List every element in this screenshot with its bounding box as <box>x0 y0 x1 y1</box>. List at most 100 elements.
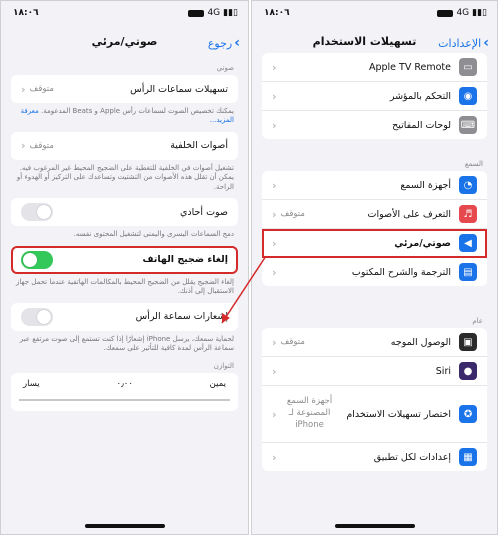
section-header-general: عام <box>472 317 483 325</box>
network-label: 4G <box>456 8 470 18</box>
accessibility-icon: ✪ <box>459 405 477 423</box>
headphone-footer: يمكنك تخصيص الصوت لسماعات رأس Apple و Be… <box>1 103 248 132</box>
row-value: أجهزة السمع المصنوعة لـ iPhone <box>286 396 333 430</box>
tv-remote-icon: ▭ <box>459 58 477 76</box>
section-header-balance: التوازن <box>213 362 234 371</box>
settings-row[interactable]: ▣ الوصول الموجه متوقف <box>262 328 487 357</box>
chevron-left-icon <box>21 139 26 152</box>
row-value: متوقف <box>280 209 305 219</box>
chevron-left-icon <box>272 365 277 378</box>
accessibility-screen: ١٨:٠٦ 4G ▮▮▯ › الإعدادات تسهيلات الاستخد… <box>251 0 498 535</box>
mono-audio-toggle[interactable] <box>21 203 53 222</box>
group-top: ▭ Apple TV Remote ◉ التحكم بالمؤشر ⌨ لوحات ال… <box>262 53 487 139</box>
lock-icon: ▣ <box>459 333 477 351</box>
navigation-bar: › رجوع صوتي/مرئي <box>1 29 248 59</box>
home-indicator <box>334 524 415 528</box>
settings-row[interactable]: ▤ الترجمة والشرح المكتوب <box>262 258 487 286</box>
background-footer: تشغيل أصوات في الخلفية للتغطية على الضجي… <box>16 163 234 191</box>
row-value: متوقف <box>280 337 305 347</box>
settings-list: ▭ Apple TV Remote ◉ التحكم بالمؤشر ⌨ لوحات ال… <box>252 53 497 534</box>
speaker-icon: ◀ <box>459 234 477 252</box>
group-hearing: ◔ أجهزة السمع ♬ التعرف على الأصوات متوقف ◀ صوت… <box>262 171 487 286</box>
balance-right-label: يمين <box>209 379 226 390</box>
chevron-left-icon <box>272 119 277 132</box>
pointer-icon: ◉ <box>459 87 477 105</box>
balance-left-label: يسار <box>23 379 40 390</box>
app-settings-icon: ▦ <box>459 448 477 466</box>
chevron-back-icon: › <box>483 35 489 51</box>
captions-icon: ▤ <box>459 263 477 281</box>
row-label: أجهزة السمع <box>400 179 451 191</box>
row-value: متوقف <box>29 140 54 151</box>
headphone-notifications-toggle[interactable] <box>21 307 53 326</box>
settings-row[interactable]: ◔ أجهزة السمع <box>262 171 487 200</box>
network-status: 4G ▮▮▯ <box>188 8 238 18</box>
settings-row[interactable]: ◉ التحكم بالمؤشر <box>262 82 487 111</box>
ear-icon: ◔ <box>459 176 477 194</box>
toggle-knob <box>37 205 51 220</box>
settings-row[interactable]: ◀ صوتي/مرئي <box>262 229 487 258</box>
row-label: أصوات الخلفية <box>170 140 228 152</box>
status-time: ١٨:٠٦ <box>264 8 290 18</box>
chevron-left-icon <box>272 61 277 74</box>
signal-icon: ▮▮▯ <box>472 8 487 18</box>
chevron-left-icon <box>272 408 277 421</box>
settings-row[interactable]: ● Siri <box>262 357 487 386</box>
section-header-audio: صوتي <box>216 64 234 72</box>
balance-slider[interactable] <box>19 399 230 402</box>
row-label: لوحات المفاتيح <box>392 119 451 131</box>
row-label: التعرف على الأصوات <box>367 208 451 220</box>
settings-row[interactable]: ⌨ لوحات المفاتيح <box>262 111 487 139</box>
toggle-knob <box>37 309 51 324</box>
background-sounds-row[interactable]: أصوات الخلفية متوقف <box>11 132 238 160</box>
toggle-knob <box>23 252 37 267</box>
settings-list: صوتي تسهيلات سماعات الرأس متوقف يمكنك تخ… <box>1 61 248 534</box>
back-label: الإعدادات <box>438 36 482 50</box>
settings-row[interactable]: ✪ اختصار تسهيلات الاستخدام أجهزة السمع الم… <box>262 386 487 443</box>
status-bar: ١٨:٠٦ 4G ▮▮▯ <box>252 1 497 27</box>
network-label: 4G <box>207 8 221 18</box>
mono-audio-row: صوت أحادي <box>11 198 238 226</box>
balance-labels: يمين ٠٫٠٠ يسار <box>11 379 238 389</box>
chevron-left-icon <box>272 237 277 250</box>
settings-row[interactable]: ▦ إعدادات لكل تطبيق <box>262 443 487 471</box>
group-background-sounds: أصوات الخلفية متوقف <box>11 131 238 160</box>
row-label: اختصار تسهيلات الاستخدام <box>346 408 451 420</box>
chevron-left-icon <box>272 451 277 464</box>
mono-footer: دمج السماعات اليسرى واليمنى لتشغيل المحت… <box>73 230 234 239</box>
row-label: الوصول الموجه <box>390 336 451 348</box>
row-label: تسهيلات سماعات الرأس <box>130 83 228 95</box>
row-label: إعدادات لكل تطبيق <box>373 451 451 463</box>
group-phone-noise: إلغاء ضجيج الهاتف <box>11 245 238 274</box>
sound-recognition-icon: ♬ <box>459 205 477 223</box>
status-time: ١٨:٠٦ <box>13 8 39 18</box>
network-status: 4G ▮▮▯ <box>437 8 487 18</box>
row-label: التحكم بالمؤشر <box>389 90 451 102</box>
chevron-left-icon <box>21 83 26 96</box>
row-label: الترجمة والشرح المكتوب <box>351 266 451 278</box>
phone-noise-toggle[interactable] <box>21 250 53 269</box>
row-label: إلغاء ضجيج الهاتف <box>142 254 228 266</box>
home-indicator <box>84 524 165 528</box>
settings-row[interactable]: ▭ Apple TV Remote <box>262 53 487 82</box>
group-balance: يمين ٠٫٠٠ يسار <box>11 373 238 412</box>
back-button[interactable]: › رجوع <box>208 35 240 51</box>
settings-row[interactable]: ♬ التعرف على الأصوات متوقف <box>262 200 487 229</box>
chevron-back-icon: › <box>234 35 240 51</box>
status-bar: ١٨:٠٦ 4G ▮▮▯ <box>1 1 248 27</box>
headphone-notifications-row: إشعارات سماعة الرأس <box>11 303 238 331</box>
siri-icon: ● <box>459 362 477 380</box>
phone-noise-footer: إلغاء الضجيج يقلل من الضجيج المحيط بالمك… <box>16 277 234 296</box>
group-mono: صوت أحادي <box>11 198 238 227</box>
row-label: صوتي/مرئي <box>394 237 451 249</box>
group-general: ▣ الوصول الموجه متوقف ● Siri ✪ اختصار تسهيلات … <box>262 328 487 471</box>
chevron-left-icon <box>272 90 277 103</box>
row-label: Siri <box>435 365 451 377</box>
chevron-left-icon <box>272 336 277 349</box>
back-button[interactable]: › الإعدادات <box>438 35 489 51</box>
section-header-hearing: السمع <box>464 160 483 168</box>
notifications-footer: لحماية سمعك، يرسل iPhone إشعارًا إذا كنت… <box>19 334 234 352</box>
phone-noise-row: إلغاء ضجيج الهاتف <box>11 246 238 274</box>
chevron-left-icon <box>272 266 277 279</box>
headphone-accommodations-row[interactable]: تسهيلات سماعات الرأس متوقف <box>11 75 238 103</box>
